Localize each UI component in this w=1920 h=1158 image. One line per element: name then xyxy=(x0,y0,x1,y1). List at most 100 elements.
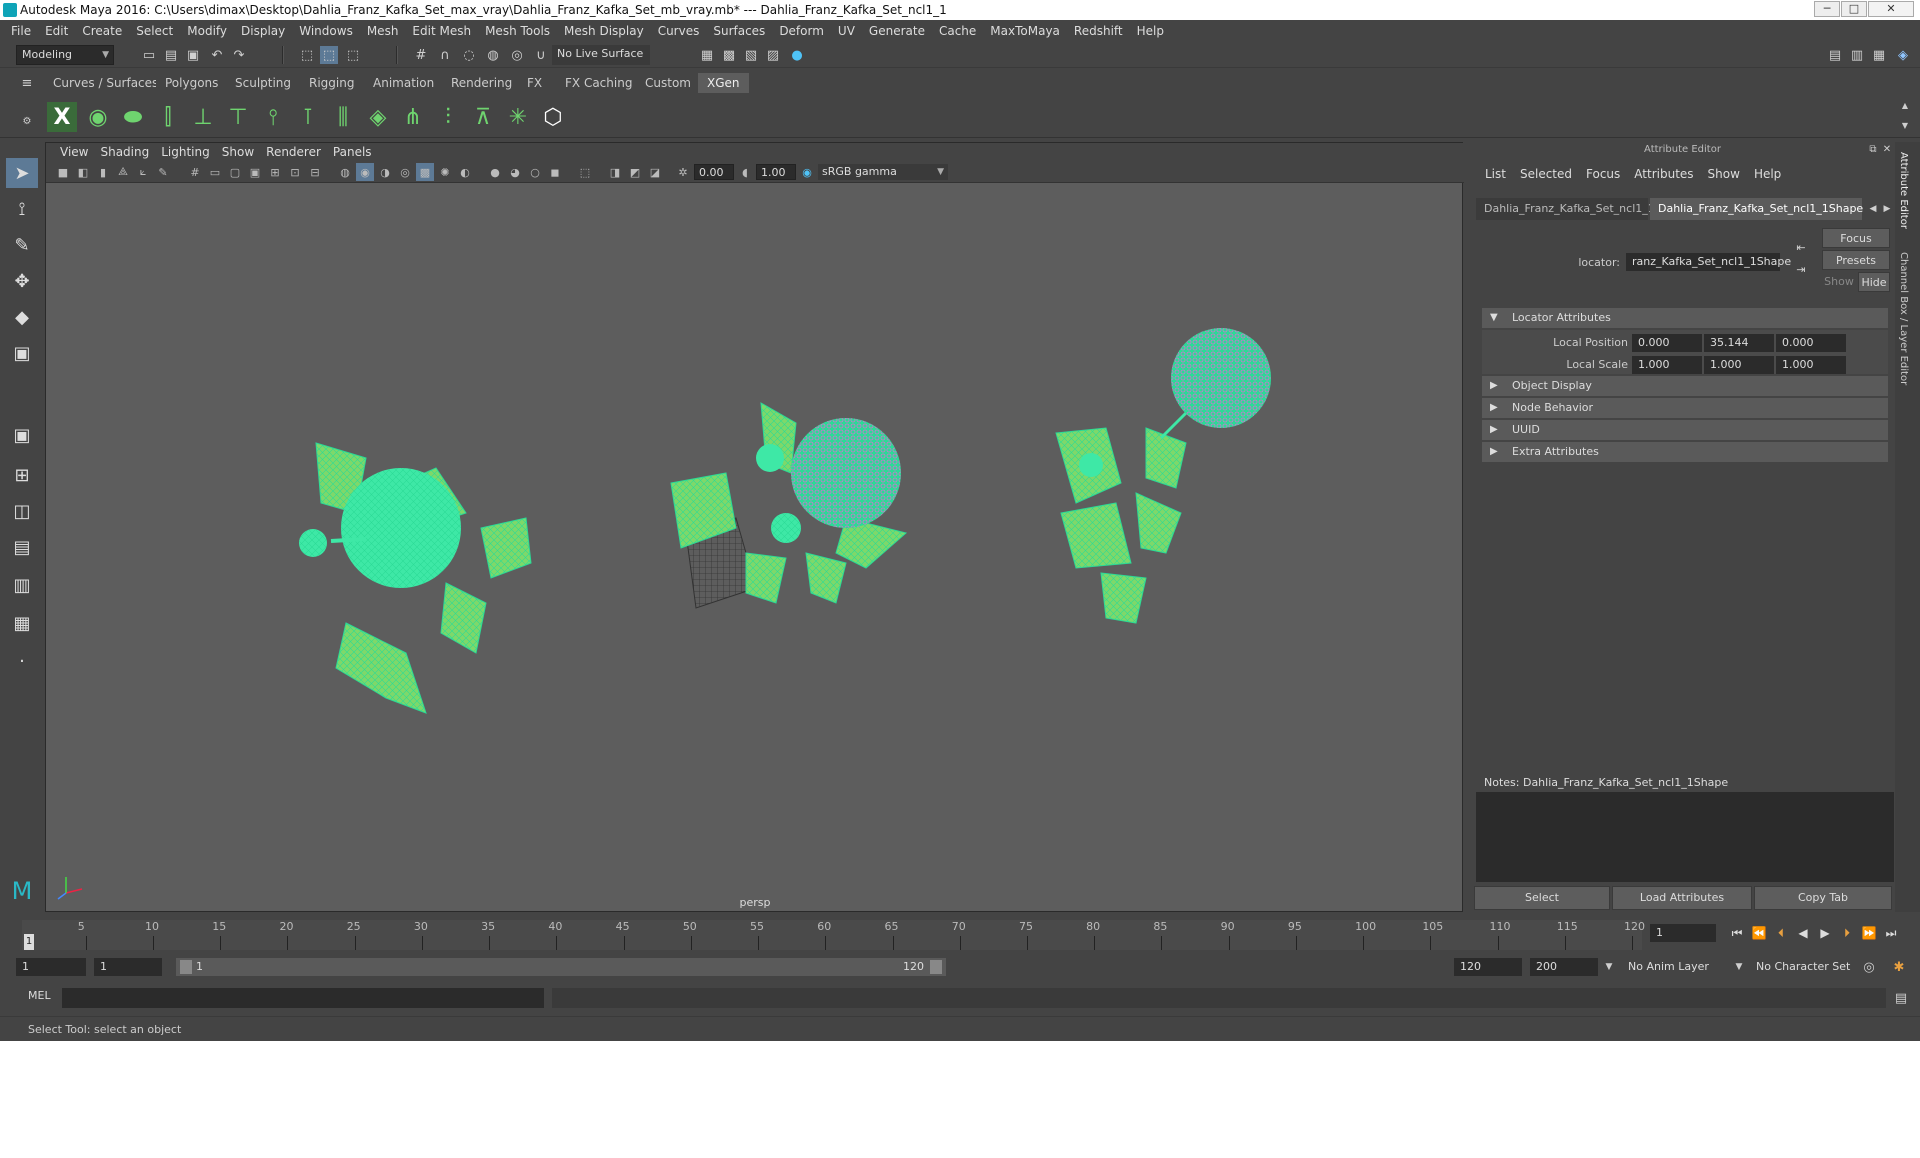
menu-mesh-tools[interactable]: Mesh Tools xyxy=(478,24,557,38)
section-node-behavior[interactable]: ▶ Node Behavior xyxy=(1482,398,1888,418)
local-scale-y-field[interactable]: 1.000 xyxy=(1704,356,1774,374)
paint-select-icon[interactable]: ✎ xyxy=(6,230,38,260)
safe-title-icon[interactable]: ⊟ xyxy=(306,163,324,181)
noise-guide-icon[interactable]: ✳ xyxy=(503,102,533,132)
menu-cache[interactable]: Cache xyxy=(932,24,983,38)
layer-guide-icon[interactable]: ◈ xyxy=(363,102,393,132)
scene-view[interactable]: persp xyxy=(46,183,1464,913)
menu-display[interactable]: Display xyxy=(234,24,292,38)
select-hierarchy-icon[interactable]: ⬚ xyxy=(298,46,316,64)
menu-select[interactable]: Select xyxy=(129,24,180,38)
tab-fx-caching[interactable]: FX Caching xyxy=(556,73,642,93)
vp-menu-renderer[interactable]: Renderer xyxy=(260,145,327,159)
start-time-field[interactable]: 1 xyxy=(16,958,86,976)
step-forward-key-icon[interactable]: ⏵ xyxy=(1838,924,1856,942)
menu-mesh-display[interactable]: Mesh Display xyxy=(557,24,651,38)
maximize-button[interactable]: □ xyxy=(1841,1,1867,17)
hexagon-tool-icon[interactable]: ⬡ xyxy=(538,102,568,132)
isolate-select-icon[interactable]: ⬚ xyxy=(576,163,594,181)
ae-menu-attributes[interactable]: Attributes xyxy=(1627,167,1700,181)
redo-icon[interactable]: ↷ xyxy=(230,46,248,64)
dahlia-model-3[interactable] xyxy=(1055,328,1271,624)
play-forward-icon[interactable]: ▶ xyxy=(1816,924,1834,942)
menu-windows[interactable]: Windows xyxy=(292,24,360,38)
snap-grid-icon[interactable]: # xyxy=(412,46,430,64)
current-frame-field[interactable]: 1 xyxy=(1650,924,1716,942)
local-position-z-field[interactable]: 0.000 xyxy=(1776,334,1846,352)
tab-xgen[interactable]: XGen xyxy=(698,73,749,93)
move-tool-icon[interactable]: ✥ xyxy=(6,266,38,296)
lengthen-guide-icon[interactable]: ⫯ xyxy=(258,102,288,132)
modeling-toolkit-icon[interactable]: ▤ xyxy=(1826,46,1844,64)
comb-icon[interactable]: ⫶ xyxy=(433,102,463,132)
animation-prefs-icon[interactable]: ✱ xyxy=(1890,958,1908,976)
color-management-icon[interactable]: ◉ xyxy=(798,163,816,181)
ae-menu-help[interactable]: Help xyxy=(1747,167,1788,181)
shadows-icon[interactable]: ◐ xyxy=(456,163,474,181)
menu-generate[interactable]: Generate xyxy=(862,24,932,38)
menu-uv[interactable]: UV xyxy=(831,24,862,38)
xray-components-icon[interactable]: ◪ xyxy=(646,163,664,181)
cut-guide-icon[interactable]: ⊼ xyxy=(468,102,498,132)
side-tab-channel-box[interactable]: Channel Box / Layer Editor xyxy=(1898,252,1909,385)
shelf-menu-icon[interactable]: ≡ xyxy=(18,74,36,92)
depth-of-field-icon[interactable]: ◼ xyxy=(546,163,564,181)
dahlia-model-2[interactable] xyxy=(670,402,908,609)
menu-deform[interactable]: Deform xyxy=(772,24,831,38)
snap-live-icon[interactable]: ◎ xyxy=(508,46,526,64)
range-bar[interactable]: 1 120 xyxy=(176,958,946,976)
current-time-marker[interactable]: 1 xyxy=(24,934,34,950)
select-tool-icon[interactable]: ➤ xyxy=(6,158,38,188)
bookmark-icon[interactable]: ▮ xyxy=(94,163,112,181)
dahlia-model-1[interactable] xyxy=(299,442,532,714)
goto-start-icon[interactable]: ⏮ xyxy=(1728,924,1746,942)
shelf-scroll-up-icon[interactable]: ▲ xyxy=(1896,96,1914,114)
step-back-icon[interactable]: ⏪ xyxy=(1750,924,1768,942)
close-button[interactable]: ✕ xyxy=(1868,1,1914,17)
step-forward-icon[interactable]: ⏩ xyxy=(1860,924,1878,942)
snap-view-icon[interactable]: ◍ xyxy=(484,46,502,64)
textured-icon[interactable]: ▩ xyxy=(416,163,434,181)
playback-start-field[interactable]: 1 xyxy=(94,958,162,976)
shelf-options-icon[interactable]: ⚙ xyxy=(18,112,36,130)
section-locator-attributes[interactable]: ▼ Locator Attributes xyxy=(1482,308,1888,328)
create-description-icon[interactable]: ⬬ xyxy=(118,102,148,132)
xgen-preview-icon[interactable]: ◉ xyxy=(83,102,113,132)
tab-sculpting[interactable]: Sculpting xyxy=(226,73,301,93)
command-input[interactable] xyxy=(62,988,544,1008)
vp-menu-show[interactable]: Show xyxy=(216,145,260,159)
menu-create[interactable]: Create xyxy=(75,24,129,38)
time-slider[interactable]: 5 10 15 20 25 30 35 40 45 50 55 60 65 70 75 80 85 90 95 100… xyxy=(0,916,1920,952)
save-scene-icon[interactable]: ▣ xyxy=(184,46,202,64)
vp-menu-panels[interactable]: Panels xyxy=(327,145,378,159)
script-editor-icon[interactable]: ▤ xyxy=(1892,989,1910,1007)
gamma-field[interactable]: 1.00 xyxy=(756,164,796,180)
channel-box-icon[interactable]: ◈ xyxy=(1894,46,1912,64)
select-component-icon[interactable]: ⬚ xyxy=(344,46,362,64)
tab-animation[interactable]: Animation xyxy=(364,73,444,93)
live-surface-field[interactable]: No Live Surface xyxy=(552,45,650,65)
select-object-icon[interactable]: ⬚ xyxy=(320,46,338,64)
lasso-tool-icon[interactable]: ⟟ xyxy=(6,194,38,224)
presets-button[interactable]: Presets xyxy=(1822,250,1890,270)
scale-tool-icon[interactable]: ▣ xyxy=(6,338,38,368)
wireframe-on-shaded-icon[interactable]: ◎ xyxy=(396,163,414,181)
default-material-icon[interactable]: ◑ xyxy=(376,163,394,181)
exposure-icon[interactable]: ✲ xyxy=(674,163,692,181)
show-button[interactable]: Show xyxy=(1822,272,1856,292)
smooth-shade-icon[interactable]: ◉ xyxy=(356,163,374,181)
menu-maxtomaya[interactable]: MaxToMaya xyxy=(983,24,1067,38)
menu-mesh[interactable]: Mesh xyxy=(360,24,406,38)
open-scene-icon[interactable]: ▤ xyxy=(162,46,180,64)
exposure-field[interactable]: 0.00 xyxy=(694,164,734,180)
menu-edit-mesh[interactable]: Edit Mesh xyxy=(405,24,478,38)
graph-layout-icon[interactable]: ▥ xyxy=(6,570,38,600)
local-scale-z-field[interactable]: 1.000 xyxy=(1776,356,1846,374)
goto-output-icon[interactable]: ⇥ xyxy=(1792,260,1810,278)
use-all-lights-icon[interactable]: ✺ xyxy=(436,163,454,181)
range-start-handle[interactable] xyxy=(180,960,192,974)
local-scale-x-field[interactable]: 1.000 xyxy=(1632,356,1702,374)
ae-menu-list[interactable]: List xyxy=(1478,167,1513,181)
image-plane-icon[interactable]: ⟁ xyxy=(114,163,132,181)
menu-redshift[interactable]: Redshift xyxy=(1067,24,1130,38)
